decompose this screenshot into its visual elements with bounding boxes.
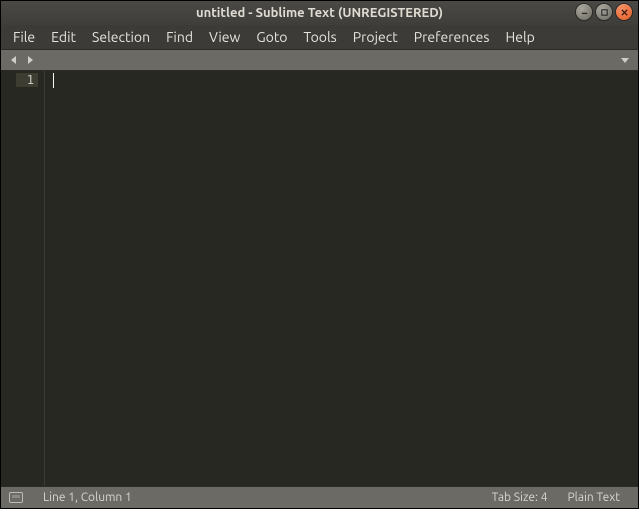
line-number: 1	[16, 73, 38, 87]
chevron-right-icon	[25, 55, 35, 65]
menu-selection[interactable]: Selection	[84, 26, 158, 48]
menu-view[interactable]: View	[201, 26, 248, 48]
editor-area: 1	[1, 71, 638, 486]
app-window: untitled - Sublime Text (UNREGISTERED) F…	[0, 0, 639, 509]
status-bar: Line 1, Column 1 Tab Size: 4 Plain Text	[1, 486, 638, 508]
text-cursor	[53, 73, 54, 88]
maximize-icon	[600, 8, 609, 17]
status-tab-size[interactable]: Tab Size: 4	[482, 491, 558, 504]
tab-bar	[1, 49, 638, 71]
menu-help[interactable]: Help	[497, 26, 542, 48]
tab-overflow-button[interactable]	[618, 53, 632, 67]
menu-project[interactable]: Project	[345, 26, 406, 48]
window-controls	[576, 4, 632, 20]
status-syntax[interactable]: Plain Text	[557, 491, 630, 504]
chevron-down-icon	[620, 55, 630, 65]
menu-file[interactable]: File	[5, 26, 43, 48]
chevron-left-icon	[9, 55, 19, 65]
close-icon	[620, 8, 629, 17]
titlebar[interactable]: untitled - Sublime Text (UNREGISTERED)	[1, 1, 638, 25]
tab-nav-back-button[interactable]	[7, 53, 21, 67]
minimize-button[interactable]	[576, 4, 592, 20]
line-number-gutter[interactable]: 1	[1, 71, 45, 486]
close-button[interactable]	[616, 4, 632, 20]
tab-nav-forward-button[interactable]	[23, 53, 37, 67]
maximize-button[interactable]	[596, 4, 612, 20]
menu-goto[interactable]: Goto	[248, 26, 295, 48]
menu-edit[interactable]: Edit	[43, 26, 84, 48]
status-cursor-position[interactable]: Line 1, Column 1	[33, 491, 142, 504]
menu-preferences[interactable]: Preferences	[406, 26, 498, 48]
menubar: File Edit Selection Find View Goto Tools…	[1, 25, 638, 49]
editor-content[interactable]	[45, 71, 638, 486]
menu-find[interactable]: Find	[158, 26, 201, 48]
window-title: untitled - Sublime Text (UNREGISTERED)	[196, 6, 443, 20]
minimize-icon	[580, 8, 589, 17]
panel-toggle-icon[interactable]	[9, 492, 23, 503]
menu-tools[interactable]: Tools	[296, 26, 345, 48]
